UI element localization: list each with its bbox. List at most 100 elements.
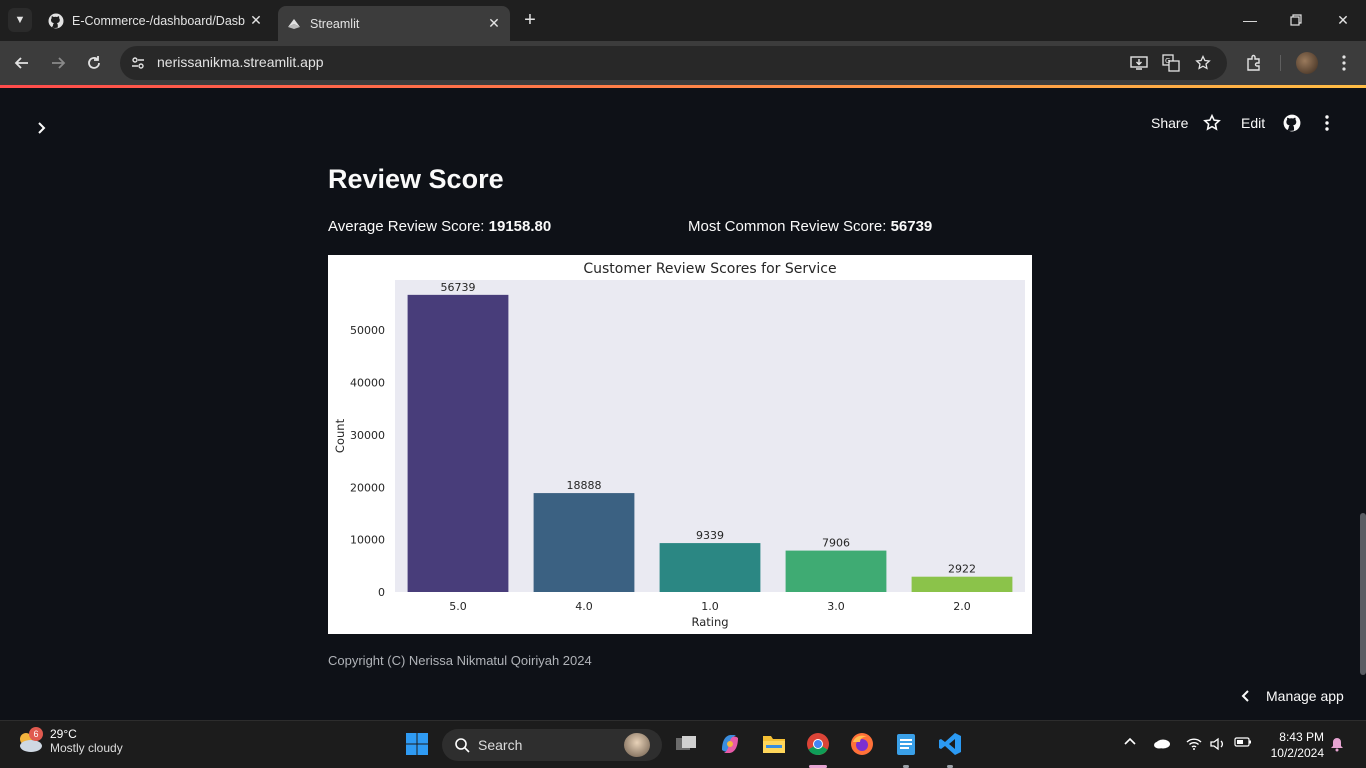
notepad-icon[interactable]	[893, 731, 919, 757]
x-tick-label: 2.0	[953, 600, 971, 613]
profile-avatar[interactable]	[1296, 52, 1318, 74]
github-icon[interactable]	[1283, 112, 1301, 134]
y-tick-label: 0	[378, 586, 385, 599]
install-app-icon[interactable]	[1129, 53, 1149, 73]
tab-title: Streamlit	[310, 16, 360, 31]
forward-arrow-icon[interactable]	[46, 51, 70, 75]
notification-bell-icon[interactable]	[1330, 737, 1344, 752]
streamlit-app: Share Edit Review Score Average Review S…	[0, 88, 1366, 720]
weather-badge: 6	[29, 727, 43, 741]
data-label: 56739	[441, 281, 476, 294]
bar-2-0	[911, 576, 1013, 592]
site-info-icon[interactable]	[128, 53, 148, 73]
volume-icon[interactable]	[1210, 737, 1226, 751]
extensions-icon[interactable]	[1242, 51, 1266, 75]
most-common-review-score: Most Common Review Score: 56739	[688, 218, 932, 235]
clock-time: 8:43 PM	[1279, 730, 1324, 744]
y-tick-label: 10000	[350, 534, 385, 547]
chrome-icon[interactable]	[805, 731, 831, 757]
bar-chart-svg: Customer Review Scores for Service Ratin…	[333, 261, 1025, 629]
chevron-left-icon	[1240, 689, 1250, 703]
firefox-icon[interactable]	[849, 731, 875, 757]
close-tab-icon[interactable]: ✕	[246, 11, 266, 31]
y-tick-label: 40000	[350, 377, 385, 390]
x-tick-label: 5.0	[449, 600, 467, 613]
close-window-icon[interactable]: ✕	[1331, 8, 1355, 32]
expand-sidebar-chevron-icon[interactable]	[32, 118, 52, 138]
tab-github[interactable]: E-Commerce-/dashboard/Dasb ✕	[40, 6, 272, 35]
toolbar-divider	[1280, 55, 1281, 71]
average-review-label: Average Review Score:	[328, 218, 489, 235]
x-tick-label: 4.0	[575, 600, 593, 613]
battery-icon[interactable]	[1234, 737, 1252, 747]
x-tick-label: 1.0	[701, 600, 719, 613]
tab-streamlit[interactable]: Streamlit ✕	[278, 6, 510, 41]
minimize-icon[interactable]: —	[1238, 8, 1262, 32]
average-review-score: Average Review Score: 19158.80	[328, 218, 551, 235]
average-review-value: 19158.80	[488, 218, 552, 235]
clock-date: 10/2/2024	[1270, 746, 1324, 760]
copilot-icon[interactable]	[717, 731, 743, 757]
y-axis-label: Count	[333, 418, 347, 453]
reload-icon[interactable]	[82, 51, 106, 75]
tab-title: E-Commerce-/dashboard/Dasb	[72, 13, 245, 28]
windows-start-icon[interactable]	[404, 731, 430, 757]
most-common-review-label: Most Common Review Score:	[688, 218, 891, 235]
search-icon	[454, 737, 470, 753]
data-label: 7906	[822, 537, 850, 550]
show-hidden-icons-chevron-icon[interactable]	[1124, 737, 1136, 745]
task-view-icon[interactable]	[673, 731, 699, 757]
weather-description: Mostly cloudy	[50, 741, 123, 755]
bookmark-star-icon[interactable]	[1193, 53, 1213, 73]
main-menu-icon[interactable]	[1325, 112, 1329, 134]
manage-app-button[interactable]: Manage app	[1240, 688, 1344, 704]
browser-tab-bar: ▼ E-Commerce-/dashboard/Dasb ✕ Streamlit…	[0, 0, 1366, 41]
system-clock[interactable]: 8:43 PM 10/2/2024	[1262, 729, 1324, 761]
search-highlight-icon	[624, 733, 650, 757]
url-text: nerissanikma.streamlit.app	[157, 54, 324, 70]
weather-temperature: 29°C	[50, 727, 77, 741]
favorite-star-icon[interactable]	[1203, 112, 1221, 134]
wifi-icon[interactable]	[1186, 737, 1202, 750]
weather-widget[interactable]: 6 29°C Mostly cloudy	[16, 727, 123, 755]
onedrive-cloud-icon[interactable]	[1153, 737, 1171, 749]
copyright-footer: Copyright (C) Nerissa Nikmatul Qoiriyah …	[328, 653, 592, 668]
y-tick-label: 20000	[350, 481, 385, 494]
cloudy-weather-icon: 6	[16, 727, 44, 754]
taskbar-search-box[interactable]: Search	[442, 729, 662, 761]
close-tab-icon[interactable]: ✕	[484, 14, 504, 34]
tab-search-dropdown-button[interactable]: ▼	[8, 8, 32, 32]
search-placeholder: Search	[478, 737, 523, 753]
file-explorer-icon[interactable]	[761, 731, 787, 757]
scrollbar-thumb[interactable]	[1360, 513, 1366, 675]
chart-title: Customer Review Scores for Service	[583, 261, 836, 277]
bar-5-0	[407, 294, 509, 592]
page-title: Review Score	[328, 164, 504, 194]
x-tick-label: 3.0	[827, 600, 845, 613]
share-button[interactable]: Share	[1151, 112, 1188, 134]
manage-app-label: Manage app	[1266, 688, 1344, 704]
vscode-icon[interactable]	[937, 731, 963, 757]
streamlit-icon	[286, 16, 302, 32]
data-label: 18888	[567, 479, 602, 492]
edit-button[interactable]: Edit	[1241, 112, 1265, 134]
x-axis-label: Rating	[691, 615, 728, 629]
data-label: 2922	[948, 563, 976, 576]
browser-toolbar: nerissanikma.streamlit.app G	[0, 41, 1366, 85]
more-menu-icon[interactable]	[1332, 51, 1356, 75]
github-icon	[48, 13, 64, 29]
new-tab-button[interactable]: +	[519, 9, 541, 31]
bar-1-0	[659, 543, 761, 592]
back-arrow-icon[interactable]	[10, 51, 34, 75]
data-label: 9339	[696, 529, 724, 542]
bar-4-0	[533, 493, 635, 592]
review-score-chart: Customer Review Scores for Service Ratin…	[328, 255, 1032, 634]
windows-taskbar: 6 29°C Mostly cloudy Search 8:43 PM 10/2…	[0, 720, 1366, 768]
y-tick-label: 50000	[350, 324, 385, 337]
restore-icon[interactable]	[1284, 8, 1308, 32]
svg-text:G: G	[1165, 57, 1170, 65]
bar-3-0	[785, 550, 887, 592]
translate-icon[interactable]: G	[1161, 53, 1181, 73]
most-common-review-value: 56739	[890, 218, 933, 235]
address-bar[interactable]: nerissanikma.streamlit.app G	[120, 46, 1227, 80]
